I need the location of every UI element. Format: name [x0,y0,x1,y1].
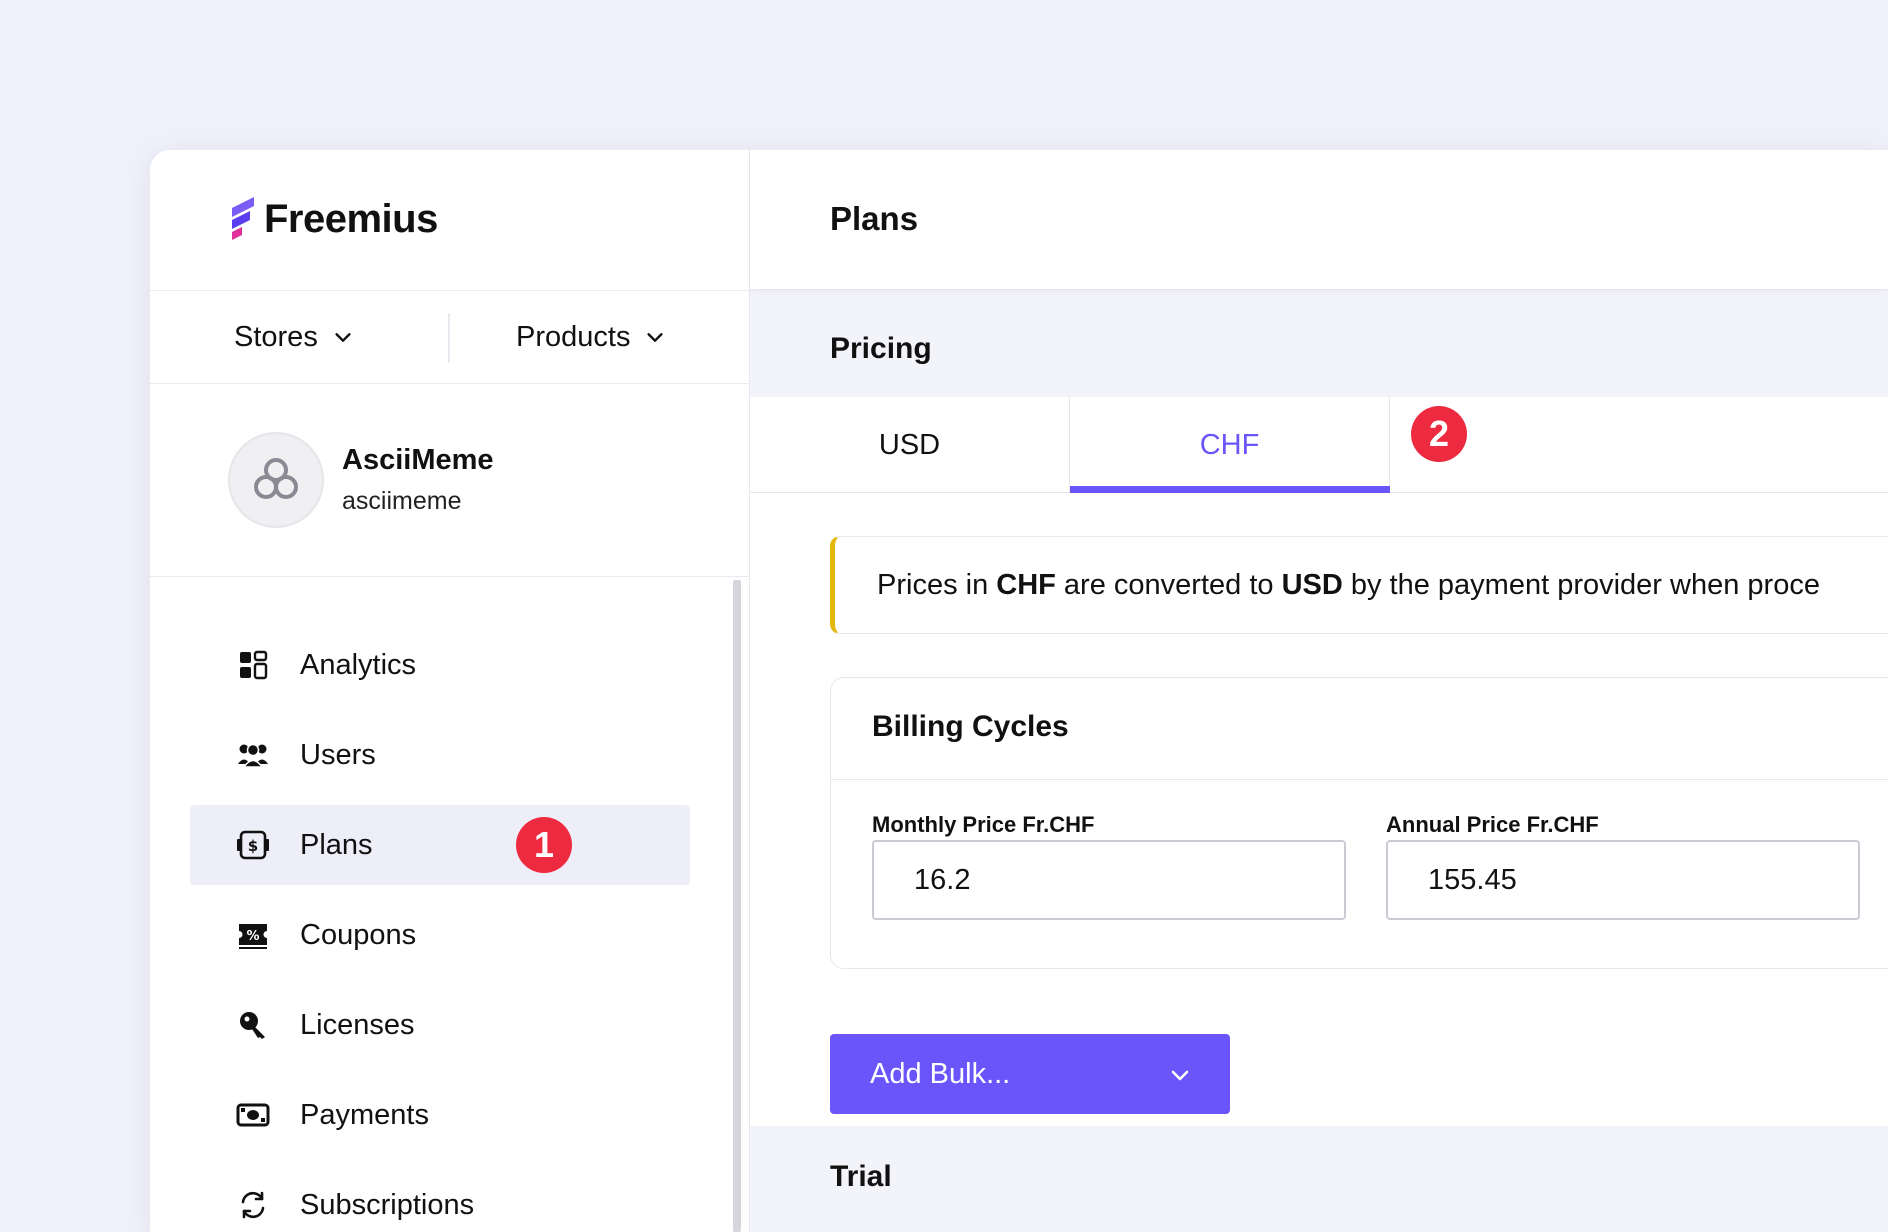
billing-cycles-card: Billing Cycles Monthly Price Fr.CHF Annu… [830,677,1888,969]
context-switchers: Stores Products [150,291,750,383]
notice-text: are converted to [1055,568,1282,601]
sidebar-item-label: Analytics [300,648,417,681]
top-bar: Plans [750,150,1888,290]
plans-icon: $ [236,828,270,862]
add-bulk-button[interactable]: Add Bulk... [830,1034,1230,1114]
sidebar-nav: Analytics Users $ Plans 1 % Coupons Lice… [190,625,690,1232]
notice-currency-from: CHF [996,568,1056,601]
svg-text:%: % [246,929,259,944]
page-title: Plans [830,200,919,237]
divider [448,313,450,363]
products-dropdown-label: Products [516,320,631,353]
monthly-price-label: Monthly Price Fr.CHF [872,812,1095,837]
freemius-logo[interactable]: Freemius [228,194,438,244]
current-store[interactable]: AsciiMeme asciimeme [228,432,494,528]
sidebar-item-analytics[interactable]: Analytics [190,625,690,705]
pricing-section-title: Pricing [830,332,932,365]
sidebar-item-label: Licenses [300,1008,415,1041]
sidebar-item-label: Coupons [300,918,417,951]
freemius-logo-icon [232,197,254,240]
chevron-down-icon [1171,1070,1189,1081]
tab-usd[interactable]: USD [750,397,1070,493]
sidebar: Freemius Stores Products AsciiMeme ascii… [150,150,750,1232]
pricing-panel: USD CHF 2 Prices in CHF are converted to… [750,397,1888,1126]
divider [150,576,750,577]
sidebar-item-label: Payments [300,1098,429,1131]
add-bulk-label: Add Bulk... [870,1057,1011,1090]
annual-price-input[interactable] [1386,840,1860,920]
divider [831,779,1888,780]
sidebar-item-users[interactable]: Users [190,715,690,795]
sidebar-item-label: Plans [300,828,373,861]
tab-chf[interactable]: CHF [1070,397,1390,493]
sidebar-scrollbar[interactable] [733,580,741,1232]
store-name: AsciiMeme [342,444,494,476]
brand-name: Freemius [264,196,438,241]
subscriptions-icon [236,1188,270,1222]
chevron-down-icon [647,333,664,342]
trial-section-title: Trial [830,1160,892,1193]
coupons-icon: % [236,918,270,952]
payments-icon [236,1098,270,1132]
main-content: Plans Pricing USD CHF 2 Prices in CHF ar… [750,150,1888,1232]
monthly-price-input[interactable] [872,840,1346,920]
notice-text: by the payment provider when proce [1342,568,1820,601]
analytics-icon [236,648,270,682]
chevron-down-icon [335,333,351,342]
svg-text:$: $ [248,837,258,855]
sidebar-item-plans[interactable]: $ Plans 1 [190,805,690,885]
store-slug: asciimeme [342,487,462,515]
divider [150,383,750,384]
stores-dropdown[interactable]: Stores [234,291,354,383]
notice-text: Prices in [877,568,997,601]
users-icon [236,738,270,772]
sidebar-item-subscriptions[interactable]: Subscriptions [190,1165,690,1232]
products-dropdown[interactable]: Products [516,291,666,383]
annual-price-label: Annual Price Fr.CHF [1386,812,1599,837]
billing-cycles-title: Billing Cycles [872,710,1069,743]
step-badge: 2 [1411,406,1467,462]
sidebar-item-licenses[interactable]: Licenses [190,985,690,1065]
app-window: Freemius Stores Products AsciiMeme ascii… [150,150,1888,1232]
notice-currency-to: USD [1281,568,1343,601]
sidebar-item-label: Users [300,738,376,771]
store-logo-icon [254,458,298,499]
sidebar-item-label: Subscriptions [300,1188,475,1221]
sidebar-item-payments[interactable]: Payments [190,1075,690,1155]
store-avatar [228,432,324,528]
licenses-icon [236,1008,270,1042]
stores-dropdown-label: Stores [234,320,318,353]
sidebar-item-coupons[interactable]: % Coupons [190,895,690,975]
currency-notice: Prices in CHF are converted to USD by th… [830,536,1888,634]
currency-tabs: USD CHF 2 [750,397,1888,493]
step-badge: 1 [516,817,572,873]
